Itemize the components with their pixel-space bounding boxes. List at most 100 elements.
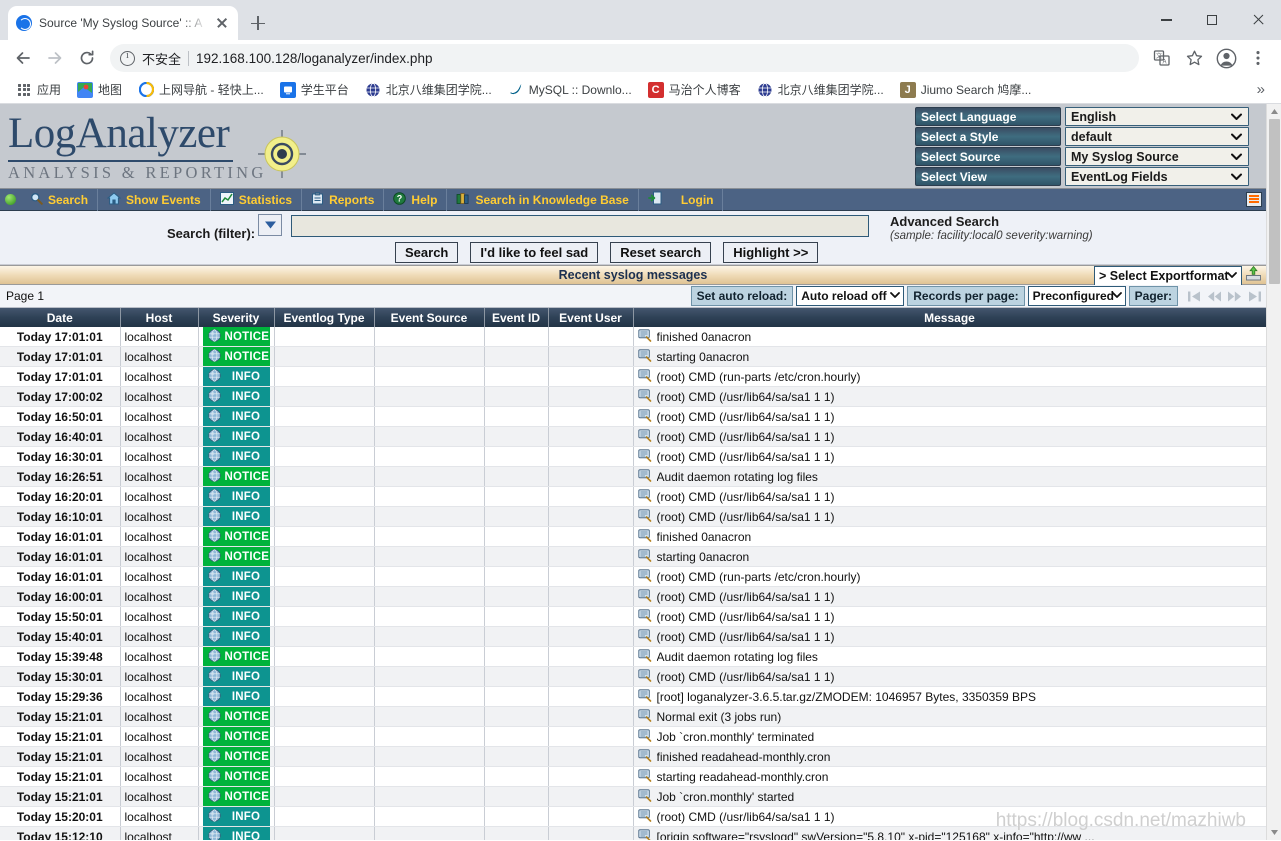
column-header-message[interactable]: Message xyxy=(633,308,1266,327)
severity-label: INFO xyxy=(231,810,261,823)
window-close-icon[interactable] xyxy=(1235,0,1281,40)
bookmark-item-mysql[interactable]: MySQL :: Downlo... xyxy=(502,80,638,100)
nav-item-knowledge-base[interactable]: Search in Knowledge Base xyxy=(447,188,639,211)
close-icon[interactable] xyxy=(214,15,230,31)
column-header-eventlog-type[interactable]: Eventlog Type xyxy=(274,308,375,327)
scroll-up-icon[interactable] xyxy=(1267,104,1281,119)
bookmark-item-maps[interactable]: 地图 xyxy=(71,79,128,100)
nav-item-show-events[interactable]: Show Events xyxy=(98,188,211,211)
export-download-icon[interactable] xyxy=(1245,265,1262,287)
bookmark-item-bayi-1[interactable]: 北京八维集团学院... xyxy=(359,79,498,100)
nav-item-login[interactable]: Login xyxy=(639,188,724,211)
page-scrollbar[interactable] xyxy=(1266,104,1281,840)
last-page-icon[interactable] xyxy=(1245,286,1264,306)
table-row[interactable]: Today 15:21:01 localhost NOTICE Normal exit… xyxy=(0,706,1266,727)
table-row[interactable]: Today 15:21:01 localhost NOTICE Job `cron.m… xyxy=(0,726,1266,747)
browser-menu-icon[interactable] xyxy=(1243,43,1273,73)
column-header-severity[interactable]: Severity xyxy=(198,308,275,327)
minimize-icon[interactable] xyxy=(1143,0,1189,40)
message-icon xyxy=(637,388,652,405)
table-row[interactable]: Today 16:00:01 localhost INFO (root) CMD (/… xyxy=(0,586,1266,607)
table-row[interactable]: Today 17:01:01 localhost NOTICE finished 0a… xyxy=(0,327,1266,347)
column-header-event-user[interactable]: Event User xyxy=(548,308,634,327)
table-row[interactable]: Today 15:12:10 localhost INFO [origin softw… xyxy=(0,826,1266,840)
forward-icon[interactable] xyxy=(40,43,70,73)
bookmark-item-bayi-2[interactable]: 北京八维集团学院... xyxy=(751,79,890,100)
select-style-dropdown[interactable]: default xyxy=(1065,127,1249,146)
next-page-icon[interactable] xyxy=(1225,286,1244,306)
auto-reload-dropdown[interactable]: Auto reload off xyxy=(796,286,905,306)
reload-icon[interactable] xyxy=(72,43,102,73)
select-language-dropdown[interactable]: English xyxy=(1065,107,1249,126)
table-row[interactable]: Today 15:20:01 localhost INFO (root) CMD (/… xyxy=(0,806,1266,827)
bookmark-item-jiumo[interactable]: J Jiumo Search 鸠摩... xyxy=(894,79,1038,100)
search-filter-dropdown-toggle[interactable] xyxy=(258,214,282,236)
table-row[interactable]: Today 16:10:01 localhost INFO (root) CMD (/… xyxy=(0,506,1266,527)
table-row[interactable]: Today 17:01:01 localhost NOTICE starting 0a… xyxy=(0,346,1266,367)
column-header-event-id[interactable]: Event ID xyxy=(484,308,549,327)
table-row[interactable]: Today 17:01:01 localhost INFO (root) CMD (r… xyxy=(0,366,1266,387)
cell-event-id xyxy=(484,746,549,767)
column-header-event-source[interactable]: Event Source xyxy=(374,308,485,327)
bookmark-star-icon[interactable] xyxy=(1179,43,1209,73)
scrollbar-thumb[interactable] xyxy=(1269,119,1280,284)
new-tab-button[interactable] xyxy=(244,9,272,37)
nav-item-reports[interactable]: Reports xyxy=(302,188,385,211)
nav-item-search[interactable]: Search xyxy=(21,188,99,211)
severity-label: NOTICE xyxy=(224,530,270,543)
cell-event-source xyxy=(374,606,485,627)
table-row[interactable]: Today 16:01:01 localhost NOTICE starting 0a… xyxy=(0,546,1266,567)
table-row[interactable]: Today 15:30:01 localhost INFO (root) CMD (/… xyxy=(0,666,1266,687)
table-row[interactable]: Today 17:00:02 localhost INFO (root) CMD (/… xyxy=(0,386,1266,407)
table-row[interactable]: Today 15:40:01 localhost INFO (root) CMD (/… xyxy=(0,626,1266,647)
previous-page-icon[interactable] xyxy=(1205,286,1224,306)
select-source-dropdown[interactable]: My Syslog Source xyxy=(1065,147,1249,166)
search-button[interactable]: Search xyxy=(395,242,459,263)
bookmark-item-navigation[interactable]: 上网导航 - 轻快上... xyxy=(132,79,270,100)
nav-item-statistics[interactable]: Statistics xyxy=(211,188,303,211)
address-bar[interactable]: 不安全 192.168.100.128/loganalyzer/index.ph… xyxy=(110,44,1139,72)
reset-search-button[interactable]: Reset search xyxy=(610,242,712,263)
select-view-dropdown[interactable]: EventLog Fields xyxy=(1065,167,1249,186)
table-row[interactable]: Today 15:21:01 localhost NOTICE Job `cron.m… xyxy=(0,786,1266,807)
records-per-page-dropdown[interactable]: Preconfigured xyxy=(1027,286,1126,306)
message-wrap: finished 0anacron xyxy=(637,328,1262,345)
highlight-button[interactable]: Highlight >> xyxy=(723,242,819,263)
bookmark-item-apps[interactable]: 应用 xyxy=(10,79,67,100)
maximize-icon[interactable] xyxy=(1189,0,1235,40)
calendar-icon[interactable] xyxy=(1246,192,1262,207)
table-row[interactable]: Today 15:21:01 localhost NOTICE starting re… xyxy=(0,766,1266,787)
table-row[interactable]: Today 16:50:01 localhost INFO (root) CMD (/… xyxy=(0,406,1266,427)
tab-favicon xyxy=(16,15,32,31)
table-row[interactable]: Today 16:26:51 localhost NOTICE Audit daemo… xyxy=(0,466,1266,487)
table-row[interactable]: Today 16:01:01 localhost INFO (root) CMD (r… xyxy=(0,566,1266,587)
table-row[interactable]: Today 16:30:01 localhost INFO (root) CMD (/… xyxy=(0,446,1266,467)
table-row[interactable]: Today 16:01:01 localhost NOTICE finished 0a… xyxy=(0,526,1266,547)
cell-event-source xyxy=(374,706,485,727)
column-header-date[interactable]: Date xyxy=(0,308,121,327)
column-header-host[interactable]: Host xyxy=(120,308,199,327)
table-row[interactable]: Today 15:29:36 localhost INFO [root] logana… xyxy=(0,686,1266,707)
message-icon xyxy=(637,468,652,485)
bookmarks-overflow-button[interactable]: » xyxy=(1251,81,1271,98)
table-row[interactable]: Today 15:21:01 localhost NOTICE finished re… xyxy=(0,746,1266,767)
avatar[interactable] xyxy=(1211,43,1241,73)
nav-item-help[interactable]: ? Help xyxy=(384,188,448,211)
table-row[interactable]: Today 15:50:01 localhost INFO (root) CMD (/… xyxy=(0,606,1266,627)
message-icon xyxy=(637,688,652,705)
back-icon[interactable] xyxy=(8,43,38,73)
browser-tab[interactable]: Source 'My Syslog Source' :: A xyxy=(8,6,238,40)
table-row[interactable]: Today 15:39:48 localhost NOTICE Audit daemo… xyxy=(0,646,1266,667)
export-format-dropdown[interactable]: > Select Exportformat xyxy=(1094,266,1242,286)
feel-sad-button[interactable]: I'd like to feel sad xyxy=(470,242,599,263)
table-row[interactable]: Today 16:40:01 localhost INFO (root) CMD (/… xyxy=(0,426,1266,447)
cell-severity: INFO xyxy=(198,586,275,607)
scroll-down-icon[interactable] xyxy=(1267,825,1281,840)
cell-message: (root) CMD (/usr/lib64/sa/sa1 1 1) xyxy=(633,626,1266,647)
search-input[interactable] xyxy=(291,215,869,237)
first-page-icon[interactable] xyxy=(1185,286,1204,306)
bookmark-item-blog[interactable]: C 马治个人博客 xyxy=(642,79,747,100)
bookmark-item-student[interactable]: 学生平台 xyxy=(274,79,355,100)
table-row[interactable]: Today 16:20:01 localhost INFO (root) CMD (/… xyxy=(0,486,1266,507)
translate-icon[interactable]: 文A xyxy=(1147,43,1177,73)
